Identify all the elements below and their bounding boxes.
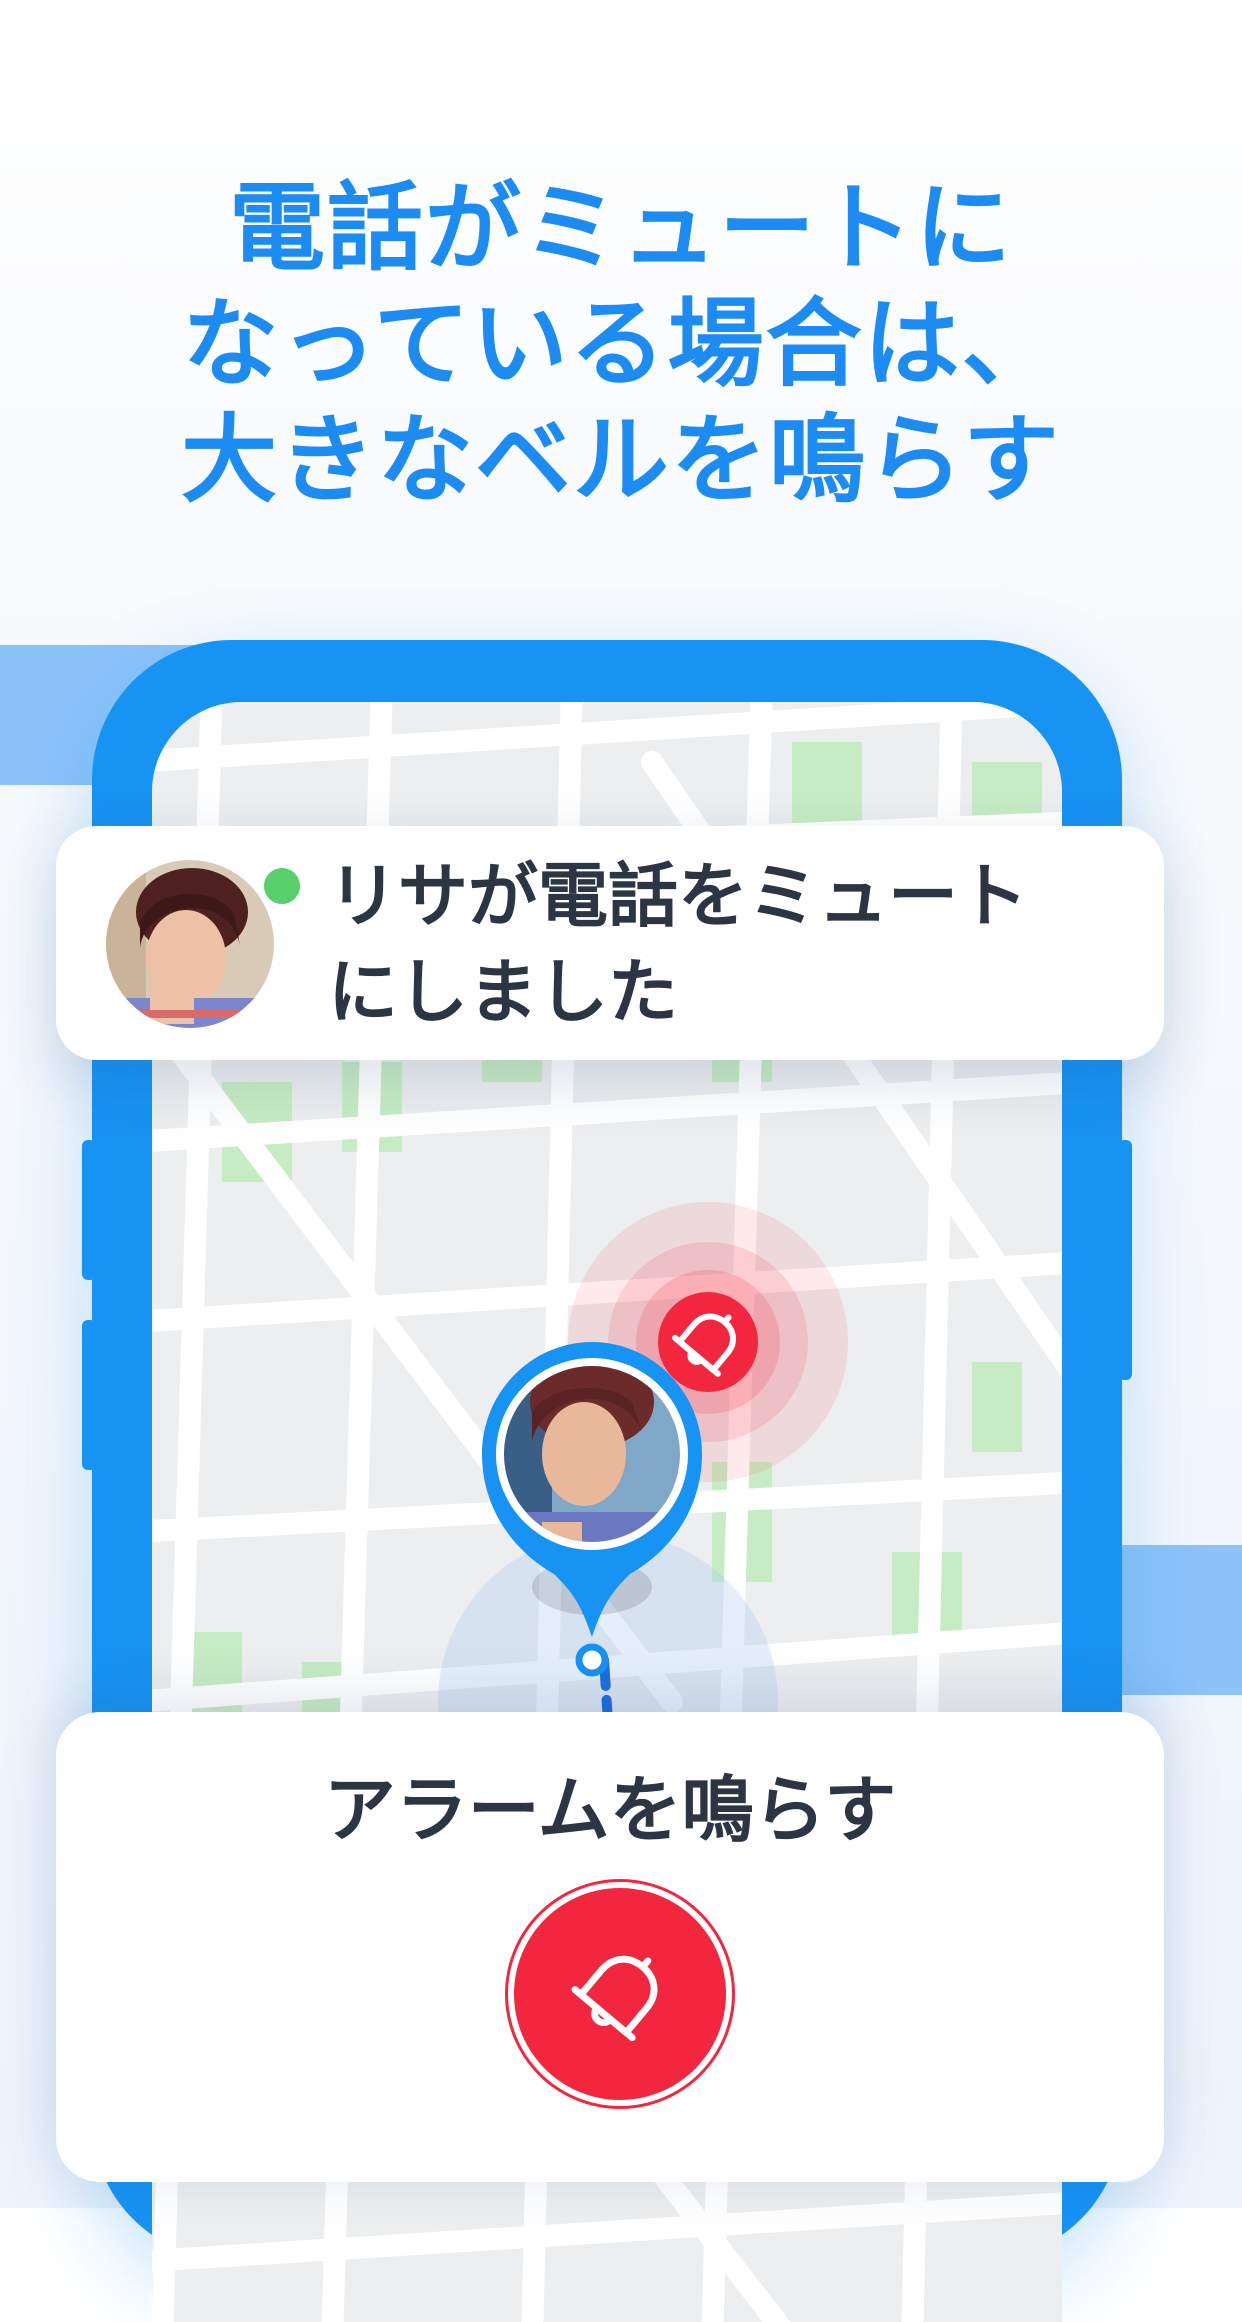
notification-line-1: リサが電話をミュート [328,855,1028,937]
alarm-title: アラームを鳴らす [323,1768,897,1852]
accent-band-right [1102,1545,1242,1695]
headline-line-1: 電話がミュートに [229,172,1013,284]
notification-message: リサが電話をミュート にしました [328,848,1148,1040]
child-photo [106,860,274,1028]
headline-line-2: なっている場合は、 [182,288,1060,400]
phone-side-button [82,1320,96,1470]
online-status-indicator [258,862,306,910]
notification-line-2: にしました [328,951,678,1033]
alert-marker[interactable] [658,1292,758,1392]
notification-card[interactable]: リサが電話をミュート にしました [56,826,1164,1060]
alarm-panel: アラームを鳴らす [56,1712,1164,2182]
phone-side-button [1118,1140,1132,1380]
bell-icon [571,1955,658,2042]
phone-side-button [82,1140,96,1280]
ring-alarm-button[interactable] [514,1888,726,2100]
headline-line-3: 大きなベルを鳴らす [180,404,1062,516]
avatar [106,860,274,1028]
headline: 電話がミュートに なっている場合は、 大きなベルを鳴らす [0,170,1242,518]
